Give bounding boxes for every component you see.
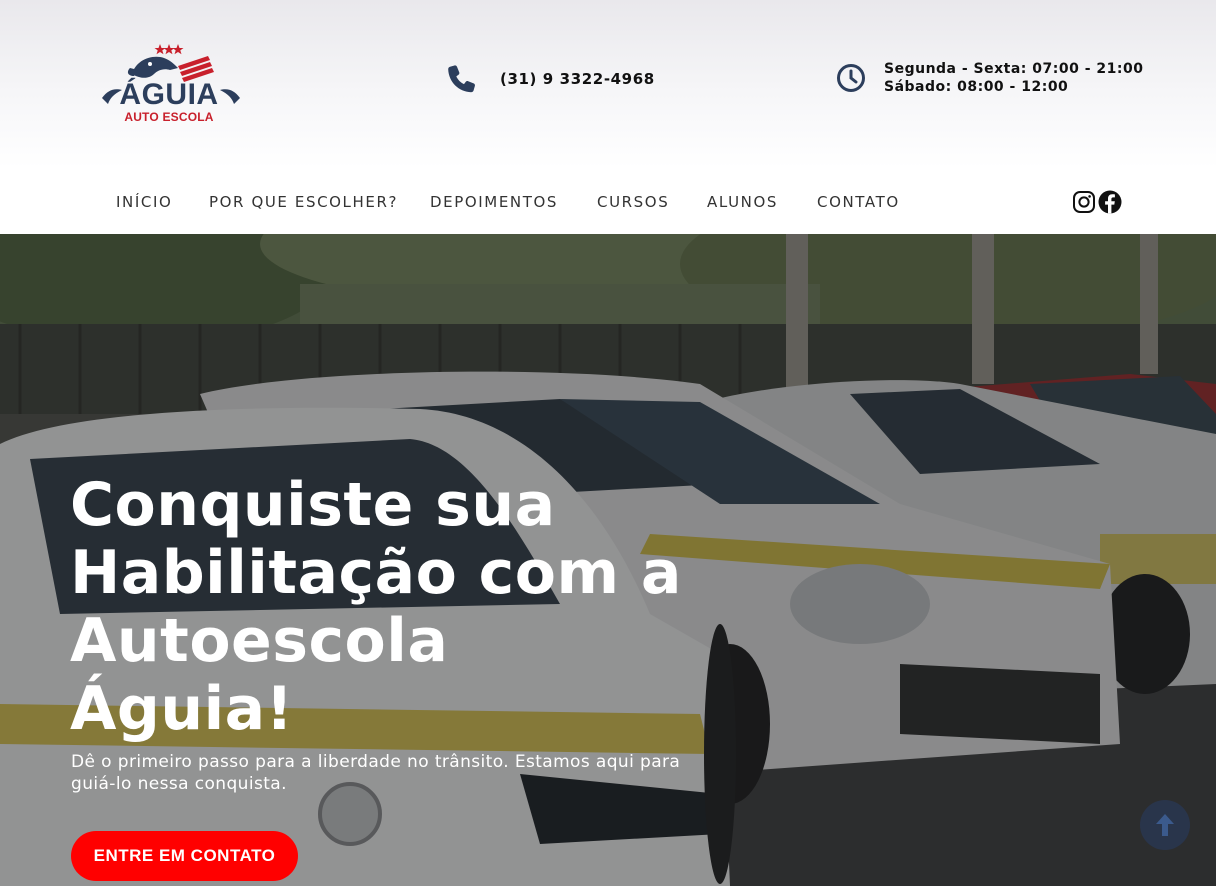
nav-item-cursos[interactable]: CURSOS: [597, 193, 669, 211]
instagram-icon[interactable]: [1072, 190, 1096, 214]
header-top: ÁGUIA AUTO ESCOLA (31) 9 3322-4968 Segun…: [0, 0, 1216, 168]
hours-weekdays: Segunda - Sexta: 07:00 - 21:00: [884, 61, 1144, 77]
nav-item-alunos[interactable]: ALUNOS: [707, 193, 778, 211]
scroll-to-top-button[interactable]: [1140, 800, 1190, 850]
arrow-up-icon: [1156, 814, 1174, 836]
hero-subtitle: Dê o primeiro passo para a liberdade no …: [71, 752, 681, 794]
phone-contact[interactable]: (31) 9 3322-4968: [446, 62, 655, 96]
opening-hours: Segunda - Sexta: 07:00 - 21:00 Sábado: 0…: [836, 60, 1143, 96]
logo-title: ÁGUIA: [119, 78, 219, 111]
nav-item-por-que-escolher[interactable]: POR QUE ESCOLHER?: [209, 193, 398, 211]
main-nav: INÍCIO POR QUE ESCOLHER? DEPOIMENTOS CUR…: [0, 168, 1216, 234]
phone-number: (31) 9 3322-4968: [500, 70, 655, 88]
nav-item-inicio[interactable]: INÍCIO: [116, 193, 172, 211]
contact-cta-button[interactable]: ENTRE EM CONTATO: [71, 831, 298, 881]
phone-icon: [448, 65, 475, 93]
hero-title-line: Conquiste sua: [70, 470, 556, 540]
nav-item-depoimentos[interactable]: DEPOIMENTOS: [430, 193, 558, 211]
hero-title-line: Habilitação com a: [70, 538, 682, 608]
logo[interactable]: ÁGUIA AUTO ESCOLA: [98, 40, 244, 132]
hero-section: Conquiste sua Habilitação com a Autoesco…: [0, 234, 1216, 886]
hours-saturday: Sábado: 08:00 - 12:00: [884, 79, 1069, 95]
clock-icon: [837, 64, 865, 92]
logo-subtitle: AUTO ESCOLA: [124, 110, 214, 124]
hero-title-line: Águia!: [70, 674, 294, 744]
nav-item-contato[interactable]: CONTATO: [817, 193, 900, 211]
hero-title-line: Autoescola: [70, 606, 449, 676]
hero-title: Conquiste sua Habilitação com a Autoesco…: [70, 471, 750, 743]
hours-text: Segunda - Sexta: 07:00 - 21:00 Sábado: 0…: [884, 60, 1143, 96]
facebook-icon[interactable]: [1098, 190, 1122, 214]
